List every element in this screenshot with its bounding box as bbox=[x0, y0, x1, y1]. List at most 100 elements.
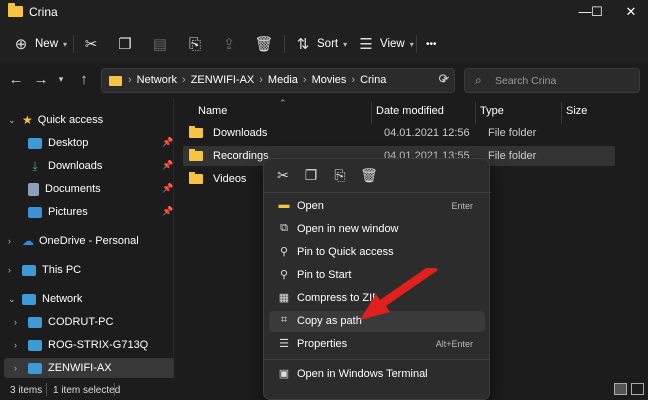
file-type: File folder bbox=[488, 127, 537, 139]
copy-icon[interactable]: ❐ bbox=[302, 167, 320, 184]
trash-icon[interactable]: 🗑 bbox=[360, 167, 378, 184]
scissors-icon: ✂ bbox=[84, 36, 98, 53]
sidebar-item-onedrive[interactable]: › ☁ OneDrive - Personal bbox=[8, 231, 139, 251]
copy-icon: ❐ bbox=[118, 36, 132, 53]
breadcrumb-network[interactable]: Network bbox=[137, 74, 177, 86]
new-label: New bbox=[35, 38, 59, 50]
menu-item-open-new-window[interactable]: ⧉ Open in new window bbox=[269, 219, 485, 240]
menu-divider bbox=[264, 359, 489, 360]
pin-icon: 📌 bbox=[162, 206, 174, 216]
view-button[interactable]: ☰ View ▾ bbox=[355, 32, 414, 56]
details-view-icon[interactable] bbox=[614, 383, 627, 395]
divider bbox=[114, 383, 115, 396]
menu-item-shortcut: Enter bbox=[451, 201, 473, 211]
breadcrumb-zenwifi[interactable]: ZENWIFI-AX bbox=[191, 74, 255, 86]
up-icon[interactable]: ↑ bbox=[74, 71, 94, 88]
annotation-arrow-icon bbox=[360, 268, 438, 320]
paste-button[interactable]: ▤ bbox=[149, 32, 171, 56]
sidebar-item-desktop[interactable]: Desktop bbox=[28, 133, 88, 153]
search-box[interactable]: ⌕ Search Crina bbox=[464, 68, 640, 93]
folder-icon bbox=[189, 149, 203, 161]
file-name: Recordings bbox=[213, 150, 269, 162]
sidebar-item-network[interactable]: ⌄ Network bbox=[8, 289, 82, 309]
column-divider[interactable] bbox=[561, 102, 562, 124]
breadcrumb-media[interactable]: Media bbox=[268, 74, 298, 86]
sort-button[interactable]: ⇅ Sort ▾ bbox=[292, 32, 347, 56]
column-header-date[interactable]: Date modified bbox=[376, 105, 444, 117]
chevron-right-icon: › bbox=[8, 265, 11, 275]
cut-button[interactable]: ✂ bbox=[80, 32, 102, 56]
view-icon: ☰ bbox=[359, 36, 373, 53]
sidebar-item-quick-access[interactable]: ⌄ ★ Quick access bbox=[8, 110, 103, 130]
close-button[interactable]: ✕ bbox=[614, 0, 648, 26]
item-count: 3 items bbox=[10, 385, 43, 396]
view-label: View bbox=[380, 38, 405, 50]
breadcrumb-separator: › bbox=[259, 74, 263, 86]
sidebar-item-this-pc[interactable]: › This PC bbox=[8, 260, 81, 280]
pin-icon: ⚲ bbox=[279, 269, 289, 281]
sidebar-item-zenwifi[interactable]: › ZENWIFI-AX bbox=[14, 358, 112, 378]
recent-chevron-icon[interactable]: ▾ bbox=[51, 74, 71, 85]
new-button[interactable]: ⊕ New ▾ bbox=[10, 32, 67, 56]
breadcrumb-crina[interactable]: Crina bbox=[360, 74, 386, 86]
folder-icon bbox=[8, 3, 23, 17]
menu-item-label: Copy as path bbox=[297, 315, 362, 327]
sidebar-item-downloads[interactable]: ⤓ Downloads bbox=[28, 156, 102, 176]
column-divider[interactable] bbox=[475, 102, 476, 124]
delete-button[interactable]: 🗑 bbox=[253, 32, 275, 56]
back-icon[interactable]: ← bbox=[6, 71, 26, 88]
sidebar-item-documents[interactable]: Documents bbox=[28, 179, 101, 199]
trash-icon: 🗑 bbox=[254, 36, 274, 53]
terminal-icon: ▣ bbox=[278, 368, 290, 380]
forward-icon[interactable]: → bbox=[31, 71, 51, 88]
chevron-down-icon: ▾ bbox=[63, 39, 68, 49]
tiles-view-icon[interactable] bbox=[631, 383, 644, 395]
menu-item-open[interactable]: ▬ Open Enter bbox=[269, 196, 485, 217]
file-row-downloads[interactable]: Downloads 04.01.2021 12:56 File folder bbox=[183, 123, 615, 143]
desktop-icon bbox=[28, 137, 42, 149]
refresh-icon[interactable]: ⟳ bbox=[434, 71, 454, 87]
column-header-type[interactable]: Type bbox=[480, 105, 504, 117]
column-header-size[interactable]: Size bbox=[566, 105, 587, 117]
computer-icon bbox=[28, 362, 42, 374]
zip-icon: ▦ bbox=[278, 292, 290, 304]
sidebar-item-label: CODRUT-PC bbox=[48, 316, 114, 328]
sidebar-item-label: Network bbox=[42, 293, 83, 305]
chevron-right-icon: › bbox=[14, 340, 17, 350]
chevron-down-icon: ⌄ bbox=[8, 115, 16, 125]
menu-item-properties[interactable]: ☰ Properties Alt+Enter bbox=[269, 334, 485, 355]
menu-item-label: Open in Windows Terminal bbox=[297, 368, 428, 380]
share-button[interactable]: ⇪ bbox=[218, 32, 240, 56]
download-icon: ⤓ bbox=[32, 158, 38, 173]
breadcrumb-movies[interactable]: Movies bbox=[312, 74, 347, 86]
network-icon bbox=[22, 293, 36, 305]
menu-item-pin-quick-access[interactable]: ⚲ Pin to Quick access bbox=[269, 242, 485, 263]
copy-button[interactable]: ❐ bbox=[114, 32, 136, 56]
sidebar-item-codrut-pc[interactable]: › CODRUT-PC bbox=[14, 312, 113, 332]
sidebar-item-label: Documents bbox=[45, 183, 101, 195]
menu-item-shortcut: Alt+Enter bbox=[435, 339, 473, 349]
breadcrumb-separator: › bbox=[128, 74, 132, 86]
scissors-icon[interactable]: ✂ bbox=[274, 167, 292, 184]
divider bbox=[284, 35, 285, 53]
column-header-name[interactable]: Name bbox=[198, 105, 227, 117]
chevron-down-icon: ▾ bbox=[409, 39, 414, 49]
menu-item-open-terminal[interactable]: ▣ Open in Windows Terminal bbox=[269, 364, 485, 385]
rename-icon[interactable]: ⎘ bbox=[331, 167, 349, 184]
window-title: Crina bbox=[29, 5, 58, 19]
plus-circle-icon: ⊕ bbox=[14, 36, 28, 53]
star-icon: ★ bbox=[22, 113, 33, 127]
sidebar-item-pictures[interactable]: Pictures bbox=[28, 202, 88, 222]
rename-button[interactable]: ⎘ bbox=[184, 32, 206, 56]
maximize-button[interactable]: ☐ bbox=[580, 0, 614, 26]
chevron-down-icon: ▾ bbox=[343, 39, 348, 49]
sidebar-item-label: ROG-STRIX-G713Q bbox=[48, 339, 149, 351]
sidebar-item-rog-strix[interactable]: › ROG-STRIX-G713Q bbox=[14, 335, 148, 355]
column-divider[interactable] bbox=[371, 102, 372, 124]
command-bar: ⊕ New ▾ ✂ ❐ ▤ ⎘ ⇪ 🗑 ⇅ Sort ▾ ☰ View ▾ ••… bbox=[0, 26, 648, 62]
address-bar[interactable]: › Network › ZENWIFI-AX › Media › Movies … bbox=[101, 68, 455, 93]
computer-icon bbox=[28, 316, 42, 328]
menu-item-label: Open bbox=[297, 200, 324, 212]
sidebar-item-label: Desktop bbox=[48, 137, 89, 149]
more-button[interactable]: ••• bbox=[426, 32, 437, 56]
